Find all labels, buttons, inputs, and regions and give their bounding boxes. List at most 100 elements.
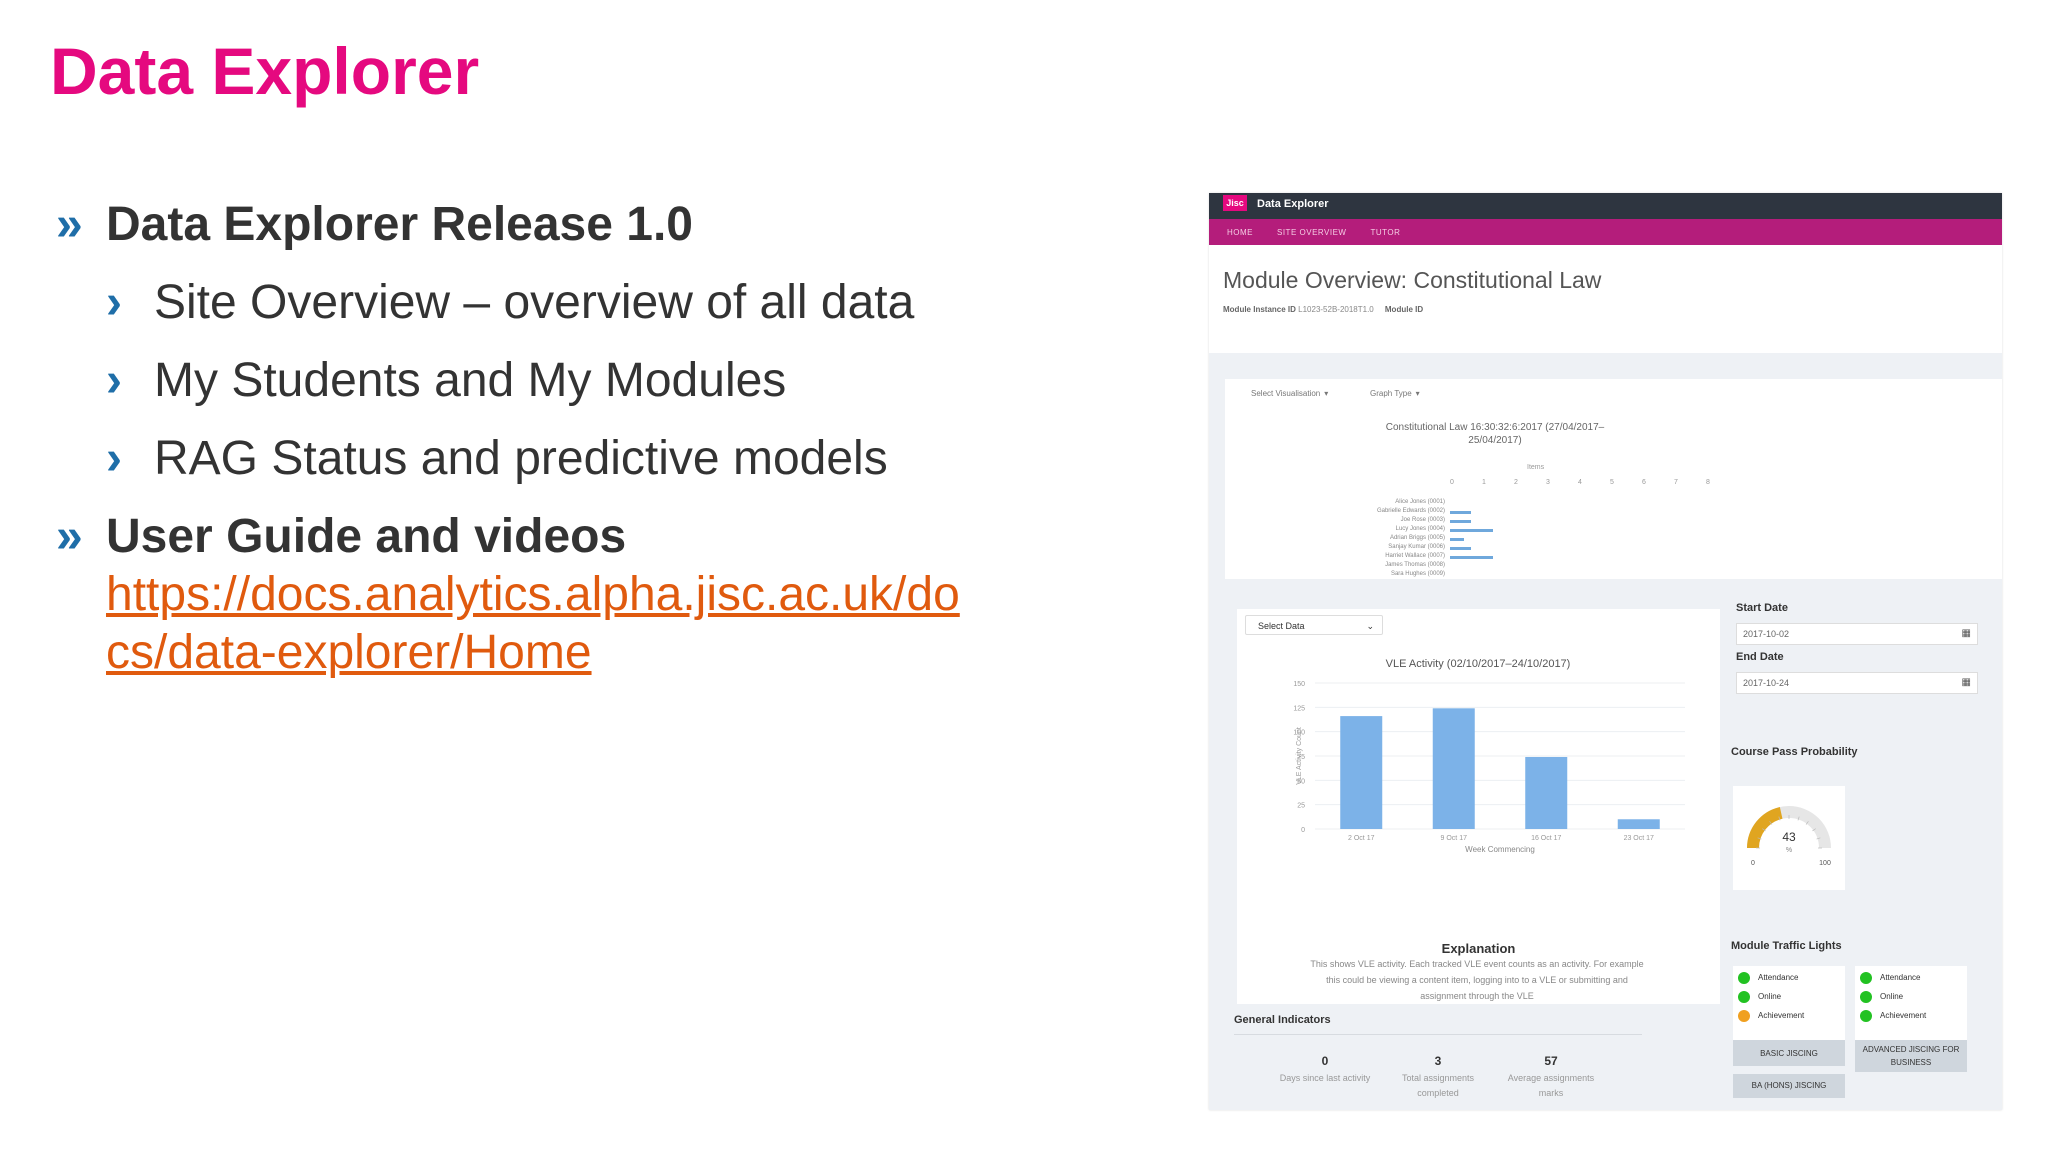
traffic-card-basic: Attendance Online Achievement (1733, 966, 1845, 1040)
calendar-icon[interactable]: ▦ (1962, 624, 1971, 644)
viz-tick: 8 (1706, 479, 1710, 486)
traffic-lights-title: Module Traffic Lights (1731, 940, 1842, 952)
chevron-down-icon: ▾ (1415, 389, 1420, 398)
chart-bar[interactable] (1340, 716, 1383, 829)
traffic-item-label: Online (1758, 992, 1782, 1002)
status-dot (1860, 1010, 1872, 1022)
select-visualisation-label: Select Visualisation (1251, 389, 1321, 398)
indicator-label: Average assignments marks (1507, 1073, 1595, 1098)
calendar-icon[interactable]: ▦ (1962, 673, 1971, 693)
y-tick-label: 125 (1293, 705, 1305, 712)
select-visualisation-dropdown[interactable]: Select Visualisation ▾ (1251, 389, 1328, 398)
viz-row-label: Gabrielle Edwards (0002) (1376, 508, 1445, 514)
chart-bar[interactable] (1432, 708, 1475, 829)
nav-site-overview[interactable]: SITE OVERVIEW (1277, 228, 1346, 237)
user-guide-link-line-2[interactable]: cs/data-explorer/Home (56, 624, 1136, 682)
viz-bar (1450, 556, 1493, 559)
status-dot (1738, 1010, 1750, 1022)
graph-type-dropdown[interactable]: Graph Type ▾ (1370, 389, 1420, 398)
bullet-my-students: › My Students and My Modules (56, 352, 1136, 410)
end-date-input[interactable]: 2017-10-24 ▦ (1736, 672, 1978, 694)
bullet-my-students-text: My Students and My Modules (154, 354, 787, 407)
traffic-item-label: Attendance (1880, 973, 1921, 983)
viz-row-label: Alice Jones (0001) (1395, 499, 1445, 505)
graph-type-label: Graph Type (1370, 389, 1412, 398)
data-explorer-screenshot: Jisc Data Explorer HOME SITE OVERVIEW TU… (1209, 193, 2002, 1110)
status-dot (1860, 991, 1872, 1003)
user-guide-link-line-1[interactable]: https://docs.analytics.alpha.jisc.ac.uk/… (56, 566, 1136, 624)
start-date-input[interactable]: 2017-10-02 ▦ (1736, 623, 1978, 645)
bullet-user-guide-text: User Guide and videos (106, 510, 627, 563)
viz-bar (1450, 511, 1472, 514)
bullet-release: » Data Explorer Release 1.0 (56, 196, 1136, 254)
bullet-marker: › (106, 276, 122, 329)
course-pass-title: Course Pass Probability (1731, 746, 1858, 758)
y-tick-label: 25 (1297, 803, 1305, 810)
viz-tick: 0 (1450, 479, 1454, 486)
viz-row-label: James Thomas (0008) (1385, 562, 1445, 568)
traffic-item: Online (1860, 991, 1903, 1003)
module-meta: Module Instance ID L1023-52B-2018T1.0 Mo… (1223, 305, 1423, 314)
nav-home[interactable]: HOME (1227, 228, 1253, 237)
viz-tick: 5 (1610, 479, 1614, 486)
module-instance-label: Module Instance ID (1223, 305, 1296, 314)
chart-bar[interactable] (1617, 819, 1660, 829)
indicator-total-assignments: 3 Total assignments completed (1383, 1054, 1493, 1101)
chevron-down-icon: ▾ (1324, 389, 1329, 398)
status-dot (1860, 972, 1872, 984)
traffic-item: Attendance (1860, 972, 1920, 984)
viz-bar (1450, 547, 1472, 550)
bullet-marker: » (56, 198, 83, 251)
viz-row-label: Harriet Wallace (0007) (1385, 553, 1445, 559)
bullet-rag-status-text: RAG Status and predictive models (154, 432, 888, 485)
viz-tick: 2 (1514, 479, 1518, 486)
traffic-card-advanced: Attendance Online Achievement (1855, 966, 1967, 1040)
x-tick-label: 23 Oct 17 (1624, 835, 1654, 842)
course-name-label: BA (HONS) JISCING (1733, 1074, 1845, 1098)
module-title: Module Overview: Constitutional Law (1223, 267, 1602, 293)
viz-tick: 6 (1642, 479, 1646, 486)
indicator-value: 3 (1434, 1054, 1442, 1068)
viz-title-line-2: 25/04/2017) (1468, 435, 1522, 446)
status-dot (1738, 972, 1750, 984)
end-date-value: 2017-10-24 (1743, 678, 1790, 688)
traffic-item: Attendance (1738, 972, 1798, 984)
x-tick-label: 16 Oct 17 (1531, 835, 1561, 842)
indicator-days-since-activity: 0 Days since last activity (1270, 1054, 1380, 1086)
module-header: Module Overview: Constitutional Law Modu… (1209, 245, 2002, 353)
traffic-item-label: Achievement (1880, 1011, 1927, 1021)
jisc-logo[interactable]: Jisc (1223, 195, 1247, 211)
viz-bar (1450, 520, 1472, 523)
viz-tick: 1 (1482, 479, 1486, 486)
y-tick-label: 150 (1293, 681, 1305, 688)
viz-tick: 3 (1546, 479, 1550, 486)
viz-title-line-1: Constitutional Law 16:30:32:6:2017 (27/0… (1385, 422, 1605, 433)
module-instance-value: L1023-52B-2018T1.0 (1298, 305, 1374, 314)
bullet-marker: › (106, 432, 122, 485)
traffic-item-label: Attendance (1758, 973, 1799, 983)
start-date-label: Start Date (1736, 602, 1788, 614)
explanation-title: Explanation (1441, 941, 1516, 956)
traffic-item: Achievement (1860, 1010, 1926, 1022)
gauge-max: 100 (1819, 860, 1831, 867)
viz-row-label: Lucy Jones (0004) (1395, 526, 1445, 532)
gauge-min: 0 (1751, 860, 1755, 867)
explanation-text: This shows VLE activity. Each tracked VL… (1310, 959, 1644, 1001)
chart-bar[interactable] (1525, 756, 1568, 829)
pass-probability-gauge: 43% 0 100 (1747, 806, 1831, 867)
viz-bar (1450, 529, 1493, 532)
indicator-value: 0 (1321, 1054, 1329, 1068)
viz-row-label: Joe Rose (0003) (1400, 517, 1445, 523)
viz-tick: 7 (1674, 479, 1678, 486)
slide-title: Data Explorer (50, 34, 480, 108)
nav-tutor[interactable]: TUTOR (1370, 228, 1400, 237)
start-date-value: 2017-10-02 (1743, 629, 1790, 639)
traffic-item-label: Online (1880, 992, 1904, 1002)
vle-activity-chart: VLE Activity (02/10/2017–24/10/2017)0255… (1293, 658, 1685, 854)
bullet-marker: » (56, 510, 83, 563)
end-date-label: End Date (1736, 651, 1784, 663)
viz-row-label: Sara Hughes (0009) (1390, 571, 1445, 577)
bullet-release-text: Data Explorer Release 1.0 (106, 198, 693, 251)
general-indicators-title: General Indicators (1234, 1014, 1331, 1026)
traffic-card-basic-label: BASIC JISCING (1733, 1040, 1845, 1066)
